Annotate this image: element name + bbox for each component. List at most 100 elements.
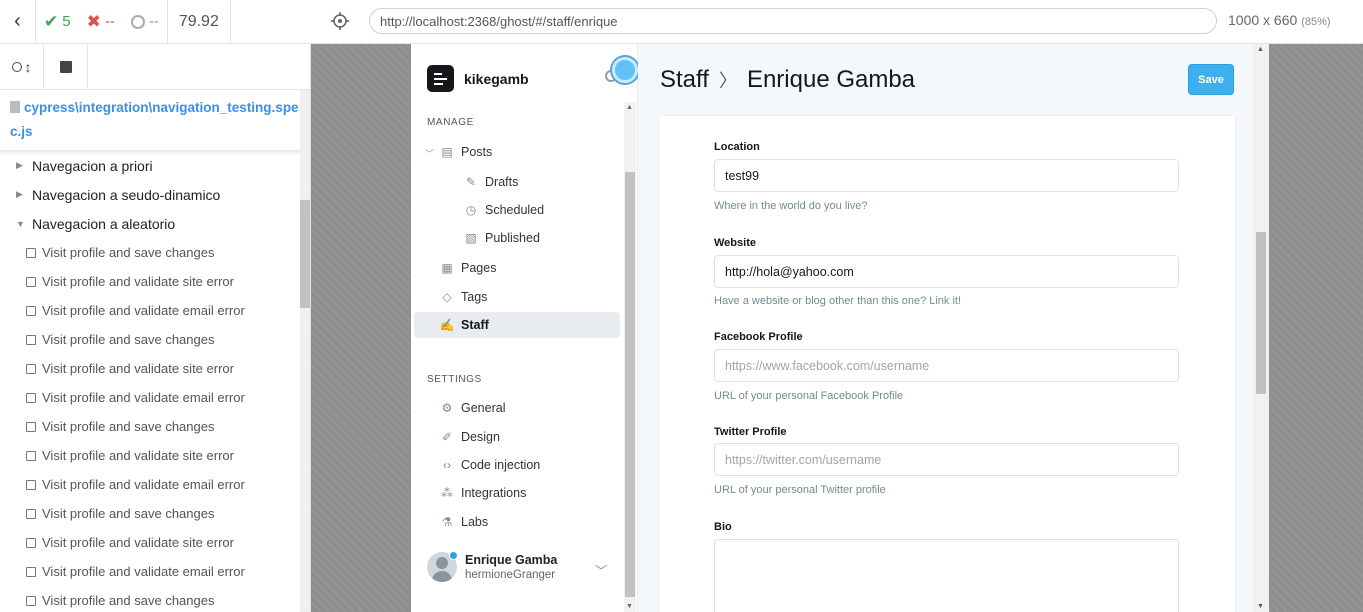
pending-circle-icon (130, 14, 145, 29)
nav-published[interactable]: ▧ Published (414, 225, 620, 251)
test-row[interactable]: Visit profile and validate site error (0, 354, 310, 383)
location-help: Where in the world do you live? (714, 200, 868, 212)
nav-scheduled[interactable]: ◷ Scheduled (414, 197, 620, 223)
pending-box-icon (26, 305, 36, 316)
test-row[interactable]: Visit profile and validate email error (0, 470, 310, 499)
page-title-text: Enrique Gamba (746, 66, 916, 93)
user-name: Enrique Gamba (465, 553, 558, 567)
test-label: Visit profile and save changes (42, 332, 215, 347)
nav-general[interactable]: ⚙ General (414, 395, 620, 421)
nav-pages-label: Pages (461, 261, 497, 275)
reporter-controls: ↕ (0, 44, 310, 90)
auto-scroll-toggle[interactable]: ↕ (0, 44, 44, 90)
code-icon: ‹› (443, 458, 451, 472)
stop-icon (59, 60, 72, 73)
scrollbar-thumb[interactable] (300, 200, 310, 308)
nav-tags-label: Tags (461, 290, 488, 304)
check-icon: ✔ (44, 11, 59, 31)
pending-box-icon (26, 537, 36, 548)
test-row[interactable]: Visit profile and save changes (0, 412, 310, 441)
sidebar-scrollbar[interactable]: ▲ ▼ (624, 102, 636, 612)
test-label: Visit profile and validate site error (42, 448, 234, 463)
pending-box-icon (26, 334, 36, 345)
user-handle: hermioneGranger (465, 569, 556, 581)
bio-textarea[interactable] (714, 539, 1179, 612)
test-row[interactable]: Visit profile and save changes (0, 586, 310, 612)
website-help: Have a website or blog other than this o… (714, 295, 962, 307)
test-row[interactable]: Visit profile and save changes (0, 325, 310, 354)
viewport-scale: (85%) (1301, 16, 1331, 28)
suite-row[interactable]: ▶ Navegacion a priori (0, 151, 310, 180)
nav-general-label: General (461, 401, 506, 415)
reporter-scrollbar[interactable] (300, 90, 310, 612)
suite-label: Navegacion a seudo-dinamico (32, 186, 221, 203)
nav-published-label: Published (485, 231, 540, 245)
main-scrollbar[interactable]: ▲ ▼ (1253, 44, 1269, 612)
pages-icon: ▦ (441, 261, 453, 275)
test-row[interactable]: Visit profile and validate site error (0, 267, 310, 296)
suite-list: ▶ Navegacion a priori ▶ Navegacion a seudo… (0, 151, 310, 612)
blog-brand[interactable]: kikegamb (427, 65, 529, 92)
passed-count: ✔ 5 (36, 0, 79, 44)
staff-icon: ✍ (439, 318, 455, 332)
scroll-up-icon[interactable]: ▲ (626, 104, 633, 111)
pending-box-icon (26, 508, 36, 519)
test-label: Visit profile and save changes (42, 506, 215, 521)
selector-playground-icon[interactable] (331, 12, 349, 30)
test-row[interactable]: Visit profile and save changes (0, 499, 310, 528)
test-row[interactable]: Visit profile and validate email error (0, 383, 310, 412)
suite-label: Navegacion a aleatorio (32, 215, 176, 232)
pending-box-icon (26, 247, 36, 258)
suite-row[interactable]: ▶ Navegacion a seudo-dinamico (0, 180, 310, 209)
nav-posts-label: Posts (461, 145, 493, 159)
scroll-up-icon[interactable]: ▲ (1257, 46, 1264, 53)
nav-tags[interactable]: ◇ Tags (414, 284, 620, 310)
suite-row[interactable]: ▼ Navegacion a aleatorio (0, 209, 310, 238)
failed-value: -- (104, 13, 115, 30)
published-icon: ▧ (465, 231, 477, 245)
test-row[interactable]: Visit profile and validate site error (0, 528, 310, 557)
test-label: Visit profile and validate email error (42, 303, 245, 318)
nav-integrations[interactable]: ⁂ Integrations (414, 480, 620, 506)
nav-drafts[interactable]: ✎ Drafts (414, 169, 620, 195)
back-icon[interactable]: ‹ (0, 0, 36, 44)
twitter-field[interactable]: https://twitter.com/username (714, 443, 1179, 476)
save-button[interactable]: Save (1188, 64, 1234, 95)
scrollbar-thumb[interactable] (1256, 232, 1266, 394)
pending-value: -- (148, 13, 159, 30)
spec-file-link[interactable]: cypress\integration\navigation_testing.s… (0, 90, 310, 151)
test-row[interactable]: Visit profile and validate email error (0, 557, 310, 586)
facebook-field[interactable]: https://www.facebook.com/username (714, 349, 1179, 382)
nav-code-injection[interactable]: ‹› Code injection (414, 452, 620, 478)
file-icon (10, 101, 20, 113)
nav-design[interactable]: ✐ Design (414, 424, 620, 450)
scrollbar-thumb[interactable] (625, 172, 635, 597)
scroll-down-icon[interactable]: ▼ (1257, 603, 1264, 610)
test-label: Visit profile and validate site error (42, 274, 234, 289)
nav-drafts-label: Drafts (485, 175, 519, 189)
test-label: Visit profile and validate email error (42, 477, 245, 492)
nav-pages[interactable]: ▦ Pages (414, 255, 620, 281)
duration: 79.92 (166, 0, 231, 44)
test-row[interactable]: Visit profile and save changes (0, 238, 310, 267)
nav-staff[interactable]: ✍ Staff (414, 312, 620, 338)
notification-dot-icon (612, 57, 638, 83)
breadcrumb-staff[interactable]: Staff (660, 66, 709, 94)
test-label: Visit profile and save changes (42, 245, 215, 260)
nav-labs[interactable]: ⚗ Labs (414, 509, 620, 535)
website-field[interactable]: http://hola@yahoo.com (714, 255, 1179, 288)
viewport-info: 1000 x 660 (85%) (1228, 12, 1331, 28)
nav-posts[interactable]: ▤ Posts (414, 139, 620, 165)
posts-icon: ▤ (441, 145, 453, 159)
test-row[interactable]: Visit profile and validate email error (0, 296, 310, 325)
chevron-down-icon[interactable]: ﹀ (595, 562, 607, 579)
nav-integrations-label: Integrations (461, 486, 527, 500)
user-menu[interactable]: Enrique Gamba hermioneGranger (427, 552, 557, 582)
scroll-down-icon[interactable]: ▼ (626, 603, 633, 610)
test-row[interactable]: Visit profile and validate site error (0, 441, 310, 470)
url-bar[interactable]: http://localhost:2368/ghost/#/staff/enri… (369, 8, 1217, 34)
location-field[interactable]: test99 (714, 159, 1179, 192)
pending-box-icon (26, 363, 36, 374)
stop-button[interactable] (44, 44, 88, 90)
integrations-icon: ⁂ (441, 486, 453, 500)
